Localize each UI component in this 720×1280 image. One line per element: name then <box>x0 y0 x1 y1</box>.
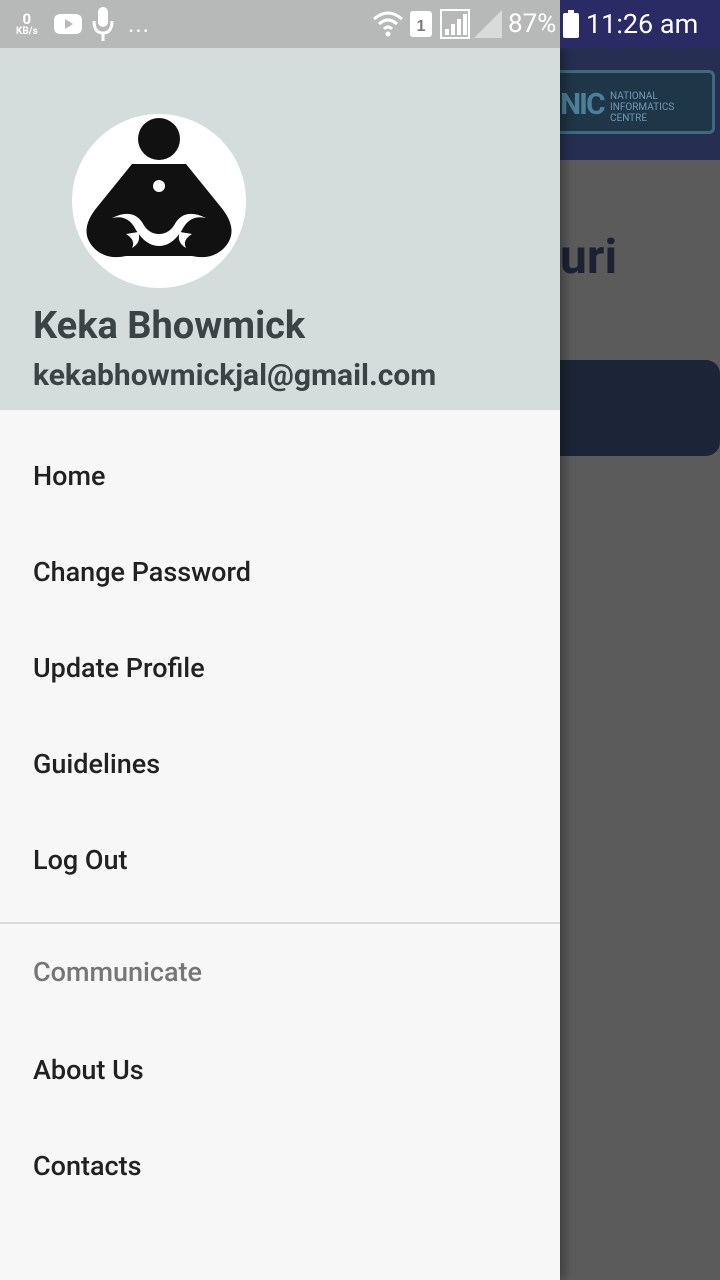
svg-text:1: 1 <box>417 18 426 35</box>
signal-icon <box>440 0 470 48</box>
meditation-logo-icon <box>72 114 246 288</box>
mic-icon <box>92 0 114 48</box>
navigation-drawer: Keka Bhowmick kekabhowmickjal@gmail.com … <box>0 48 560 1280</box>
menu-item-home[interactable]: Home <box>0 428 560 524</box>
overflow-indicator: ... <box>128 10 150 38</box>
menu-item-about-us[interactable]: About Us <box>0 1022 560 1118</box>
menu-item-change-password[interactable]: Change Password <box>0 524 560 620</box>
battery-percent: 87% <box>508 9 557 39</box>
wifi-icon <box>372 0 404 48</box>
net-speed-indicator: 0 KB/s <box>16 9 38 37</box>
user-name: Keka Bhowmick <box>33 304 306 348</box>
nic-logo-text: NATIONAL INFORMATICS CENTRE <box>610 91 675 124</box>
avatar[interactable] <box>72 114 246 288</box>
nic-logo: NIC NATIONAL INFORMATICS CENTRE <box>543 70 715 134</box>
sim-icon: 1 <box>410 0 432 48</box>
section-header-communicate: Communicate <box>33 956 203 988</box>
menu-item-log-out[interactable]: Log Out <box>0 812 560 908</box>
background-title: uri <box>560 228 618 285</box>
clock: 11:26 am <box>586 8 699 40</box>
signal-icon <box>474 0 502 48</box>
menu-divider <box>0 922 560 924</box>
nic-logo-mark: NIC <box>560 87 606 122</box>
menu-item-guidelines[interactable]: Guidelines <box>0 716 560 812</box>
user-email: kekabhowmickjal@gmail.com <box>33 358 437 393</box>
battery-icon <box>563 0 579 48</box>
status-bar: 0 KB/s ... 1 87% 11:26 am <box>0 0 720 48</box>
menu-item-update-profile[interactable]: Update Profile <box>0 620 560 716</box>
drawer-header: Keka Bhowmick kekabhowmickjal@gmail.com <box>0 48 560 410</box>
menu-item-contacts[interactable]: Contacts <box>0 1118 560 1214</box>
youtube-icon <box>54 0 82 48</box>
